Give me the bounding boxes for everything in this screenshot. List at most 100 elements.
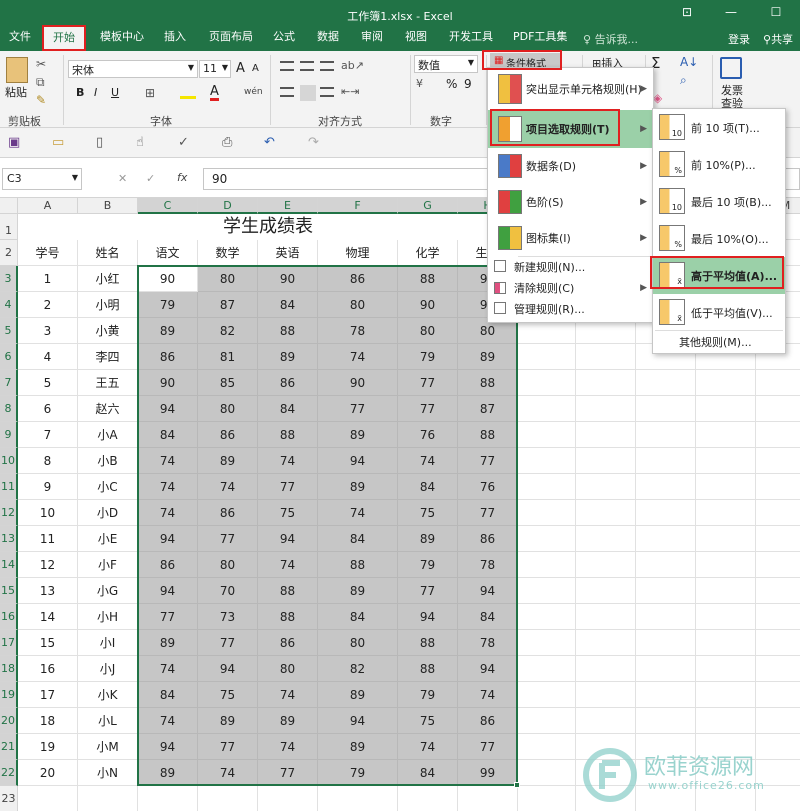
table-cell[interactable]: 74 — [138, 708, 198, 734]
cell[interactable] — [636, 552, 696, 578]
table-cell[interactable]: 74 — [138, 656, 198, 682]
row-header[interactable]: 4 — [0, 292, 18, 318]
phonetic-button[interactable]: wén — [244, 87, 263, 97]
table-cell[interactable]: 90 — [318, 370, 398, 396]
cell[interactable] — [576, 448, 636, 474]
table-cell[interactable]: 小M — [78, 734, 138, 760]
table-cell[interactable]: 74 — [258, 734, 318, 760]
table-cell[interactable]: 90 — [138, 266, 198, 292]
bold-button[interactable]: B — [76, 86, 84, 99]
cell[interactable] — [576, 656, 636, 682]
table-cell[interactable]: 89 — [198, 448, 258, 474]
table-cell[interactable]: 李四 — [78, 344, 138, 370]
submenu-item-0[interactable]: 10 前 10 项(T)... — [653, 109, 785, 146]
table-cell[interactable]: 20 — [18, 760, 78, 786]
table-cell[interactable]: 74 — [138, 500, 198, 526]
cell[interactable] — [518, 552, 576, 578]
table-cell[interactable]: 89 — [318, 734, 398, 760]
header-cell[interactable]: 化学 — [398, 240, 458, 266]
tab-4[interactable]: 页面布局 — [209, 29, 253, 49]
table-cell[interactable]: 94 — [138, 396, 198, 422]
cell[interactable] — [518, 682, 576, 708]
table-cell[interactable]: 86 — [458, 708, 518, 734]
row-header[interactable]: 8 — [0, 396, 18, 422]
table-cell[interactable]: 84 — [398, 760, 458, 786]
login-link[interactable]: 登录 — [728, 31, 750, 47]
cell[interactable] — [756, 474, 800, 500]
table-cell[interactable]: 89 — [198, 708, 258, 734]
header-cell[interactable]: 英语 — [258, 240, 318, 266]
table-cell[interactable]: 84 — [318, 604, 398, 630]
table-cell[interactable]: 89 — [138, 318, 198, 344]
table-cell[interactable]: 5 — [18, 370, 78, 396]
table-cell[interactable]: 88 — [398, 630, 458, 656]
select-all-corner[interactable] — [0, 198, 18, 214]
table-cell[interactable]: 88 — [458, 370, 518, 396]
table-cell[interactable]: 86 — [198, 422, 258, 448]
clear-icon[interactable]: ◈ — [653, 91, 662, 105]
redo-icon[interactable]: ↷ — [308, 135, 319, 150]
cell[interactable] — [696, 604, 756, 630]
table-cell[interactable]: 84 — [138, 422, 198, 448]
tab-10[interactable]: PDF工具集 — [513, 29, 567, 49]
table-cell[interactable]: 84 — [458, 604, 518, 630]
table-cell[interactable]: 94 — [138, 734, 198, 760]
table-cell[interactable]: 74 — [258, 682, 318, 708]
tab-2[interactable]: 模板中心 — [100, 29, 144, 49]
table-cell[interactable]: 88 — [258, 604, 318, 630]
cf-menu-item-5[interactable]: 新建规则(N)... — [488, 256, 653, 278]
cell[interactable] — [696, 578, 756, 604]
table-cell[interactable]: 80 — [198, 396, 258, 422]
table-cell[interactable]: 小黄 — [78, 318, 138, 344]
cell[interactable] — [518, 344, 576, 370]
table-cell[interactable]: 77 — [318, 396, 398, 422]
cell[interactable] — [518, 396, 576, 422]
table-cell[interactable]: 74 — [398, 734, 458, 760]
table-cell[interactable]: 94 — [138, 526, 198, 552]
table-cell[interactable]: 94 — [258, 526, 318, 552]
cell[interactable] — [636, 500, 696, 526]
underline-button[interactable]: U — [111, 86, 119, 99]
table-cell[interactable]: 86 — [258, 370, 318, 396]
table-cell[interactable]: 87 — [198, 292, 258, 318]
table-cell[interactable]: 79 — [318, 760, 398, 786]
header-cell[interactable]: 语文 — [138, 240, 198, 266]
tab-1[interactable]: 开始 — [42, 25, 86, 51]
cell[interactable] — [636, 448, 696, 474]
row-header[interactable]: 3 — [0, 266, 18, 292]
row-header[interactable]: 22 — [0, 760, 18, 786]
table-cell[interactable]: 6 — [18, 396, 78, 422]
align-right-icon[interactable] — [320, 87, 334, 97]
table-cell[interactable]: 79 — [138, 292, 198, 318]
cell[interactable] — [636, 656, 696, 682]
row-header[interactable]: 7 — [0, 370, 18, 396]
cell[interactable] — [756, 578, 800, 604]
cell[interactable] — [576, 552, 636, 578]
undo-icon[interactable]: ↶ — [264, 135, 275, 150]
table-cell[interactable]: 94 — [318, 708, 398, 734]
table-cell[interactable]: 7 — [18, 422, 78, 448]
cell[interactable] — [576, 526, 636, 552]
table-cell[interactable]: 89 — [318, 474, 398, 500]
cell[interactable] — [756, 656, 800, 682]
table-cell[interactable]: 88 — [458, 422, 518, 448]
align-left-icon[interactable] — [280, 87, 294, 97]
table-cell[interactable]: 小E — [78, 526, 138, 552]
row-header[interactable]: 10 — [0, 448, 18, 474]
table-cell[interactable]: 86 — [318, 266, 398, 292]
cut-icon[interactable]: ✂ — [36, 57, 46, 71]
sort-filter-icon[interactable]: A↓ — [680, 55, 698, 69]
copy-icon[interactable]: ⧉ — [36, 75, 45, 90]
table-cell[interactable]: 17 — [18, 682, 78, 708]
row-header[interactable]: 1 — [0, 214, 18, 240]
font-name-combo[interactable]: 宋体 ▼ — [68, 60, 198, 78]
cancel-icon[interactable]: ✕ — [118, 172, 127, 185]
table-cell[interactable]: 86 — [138, 344, 198, 370]
cell[interactable] — [696, 630, 756, 656]
table-cell[interactable]: 90 — [258, 266, 318, 292]
cell[interactable] — [756, 448, 800, 474]
table-cell[interactable]: 小F — [78, 552, 138, 578]
cell[interactable] — [78, 786, 138, 811]
table-cell[interactable]: 89 — [258, 344, 318, 370]
table-cell[interactable]: 77 — [458, 734, 518, 760]
